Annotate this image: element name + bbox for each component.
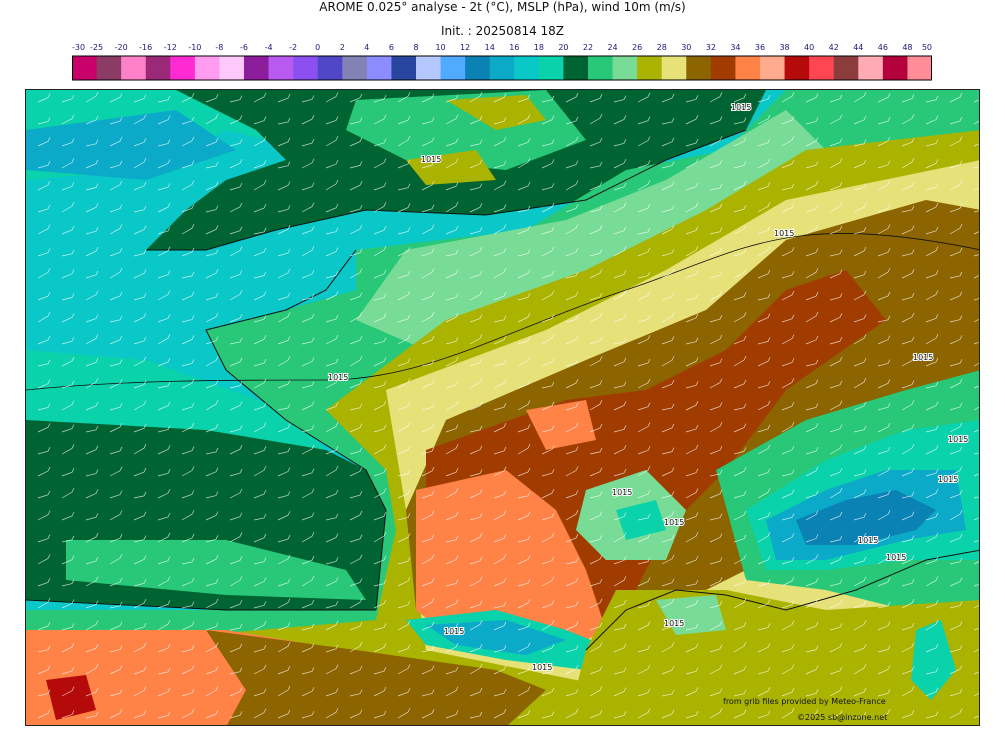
colorbar-tick-label: 32	[706, 43, 716, 52]
colorbar-swatch	[809, 56, 835, 80]
colorbar-swatch	[96, 56, 122, 80]
colorbar-swatch	[588, 56, 614, 80]
temperature-colorbar: -30 -25 -20 -16 -12 -10 -8 -6 -4 -2 0 2 4 6 8 10 12 14 16 1…	[72, 43, 932, 81]
colorbar-tick-label: 0	[315, 43, 320, 52]
colorbar-swatch	[514, 56, 540, 80]
colorbar-tick-label: 30	[681, 43, 691, 52]
colorbar-swatch	[907, 56, 932, 80]
colorbar-swatch	[833, 56, 859, 80]
colorbar-swatch	[710, 56, 736, 80]
colorbar-tick-label: 44	[853, 43, 863, 52]
isobar-label: 1015	[664, 619, 684, 628]
colorbar-swatch	[440, 56, 466, 80]
colorbar-swatch	[145, 56, 171, 80]
isobar-label: 1015	[664, 518, 684, 527]
colorbar-swatch	[72, 56, 98, 80]
colorbar-swatch	[735, 56, 761, 80]
colorbar-tick-label: 8	[413, 43, 418, 52]
colorbar-swatch	[563, 56, 589, 80]
colorbar-swatch	[366, 56, 392, 80]
map-title: AROME 0.025° analyse - 2t (°C), MSLP (hP…	[319, 0, 686, 14]
isobar-label: 1015	[948, 435, 968, 444]
colorbar-swatch	[121, 56, 147, 80]
colorbar-tick-label: -16	[139, 43, 152, 52]
colorbar-swatch	[882, 56, 908, 80]
colorbar-tick-label: 16	[509, 43, 519, 52]
colorbar-tick-label: -8	[215, 43, 223, 52]
colorbar-tick-label: 2	[340, 43, 345, 52]
colorbar-tick-label: 18	[534, 43, 544, 52]
colorbar-swatch	[391, 56, 417, 80]
copyright-credit: ©2025 sb@inzone.net	[797, 713, 888, 722]
colorbar-tick-label: -30	[72, 43, 85, 52]
colorbar-tick-label: 40	[804, 43, 814, 52]
colorbar-swatch	[293, 56, 319, 80]
colorbar-tick-label: 4	[364, 43, 369, 52]
colorbar-swatch	[538, 56, 564, 80]
isobar-label: 1015	[858, 536, 878, 545]
colorbar-swatch	[760, 56, 786, 80]
colorbar-swatch	[268, 56, 294, 80]
colorbar-tick-label: 12	[460, 43, 470, 52]
colorbar-swatch	[858, 56, 884, 80]
colorbar-tick-label: 28	[657, 43, 667, 52]
isobar-label: 1015	[731, 103, 751, 112]
init-time: Init. : 20250814 18Z	[440, 24, 565, 38]
colorbar-tick-label: -12	[164, 43, 177, 52]
colorbar-tick-label: 14	[485, 43, 495, 52]
colorbar-swatch	[194, 56, 220, 80]
colorbar-tick-label: -20	[115, 43, 128, 52]
isobar-label: 1015	[774, 229, 794, 238]
colorbar-swatch	[489, 56, 515, 80]
colorbar-tick-label: 24	[607, 43, 617, 52]
colorbar-swatch	[686, 56, 712, 80]
isobar-label: 1015	[886, 553, 906, 562]
colorbar-swatch	[342, 56, 368, 80]
colorbar-swatch	[661, 56, 687, 80]
colorbar-tick-label: -25	[90, 43, 103, 52]
colorbar-tick-label: 48	[902, 43, 912, 52]
colorbar-swatch	[637, 56, 663, 80]
colorbar-swatch	[244, 56, 270, 80]
colorbar-tick-label: 22	[583, 43, 593, 52]
colorbar-swatch	[784, 56, 810, 80]
colorbar-tick-label: 46	[878, 43, 888, 52]
isobar-label: 1015	[532, 663, 552, 672]
colorbar-tick-label: 38	[779, 43, 789, 52]
colorbar-tick-label: 42	[829, 43, 839, 52]
colorbar-swatch	[219, 56, 245, 80]
weather-map[interactable]: 1015 1015 1015 1015 1015 1015 1015 1015 1015 1015…	[25, 89, 980, 726]
colorbar-tick-label: -2	[289, 43, 297, 52]
colorbar-tick-label: 26	[632, 43, 642, 52]
colorbar-tick-label: -6	[240, 43, 248, 52]
isobar-label: 1015	[328, 373, 348, 382]
colorbar-swatch	[170, 56, 196, 80]
colorbar-tick-label: 20	[558, 43, 568, 52]
isobar-label: 1015	[421, 155, 441, 164]
isobar-label: 1015	[612, 488, 632, 497]
colorbar-tick-label: -10	[188, 43, 201, 52]
data-source-credit: from grib files provided by Meteo-France	[723, 697, 886, 706]
colorbar-tick-label: -4	[265, 43, 273, 52]
isobar-label: 1015	[444, 627, 464, 636]
colorbar-tick-label: 34	[730, 43, 740, 52]
colorbar-tick-label: 36	[755, 43, 765, 52]
map-canvas: 1015 1015 1015 1015 1015 1015 1015 1015 1015 1015…	[26, 90, 979, 725]
isobar-label: 1015	[913, 353, 933, 362]
isobar-label: 1015	[938, 475, 958, 484]
colorbar-tick-label: 10	[435, 43, 445, 52]
colorbar-swatch	[317, 56, 343, 80]
colorbar-tick-label: 6	[389, 43, 394, 52]
colorbar-swatch	[416, 56, 442, 80]
colorbar-tick-label: 50	[922, 43, 932, 52]
colorbar-swatch	[465, 56, 491, 80]
colorbar-swatch	[612, 56, 638, 80]
